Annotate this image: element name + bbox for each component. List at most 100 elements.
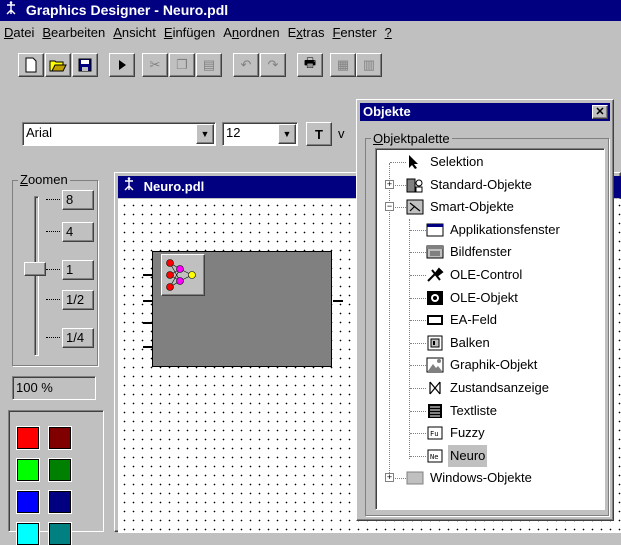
paste-icon: ▤ (202, 57, 216, 72)
objekte-title-bar[interactable]: Objekte ✕ (360, 103, 610, 121)
zoom-slider-thumb[interactable] (24, 262, 46, 276)
menu-ansicht[interactable]: Ansicht (113, 25, 156, 40)
status-display-icon (426, 380, 444, 396)
tree-item-neuro[interactable]: Ne Neuro (376, 444, 604, 467)
tree-item-textliste[interactable]: Textliste (376, 400, 604, 422)
font-name-dropdown-icon[interactable]: ▼ (196, 124, 214, 144)
color-swatch[interactable] (16, 490, 40, 514)
collapse-icon[interactable]: − (385, 202, 394, 212)
app-title: Graphics Designer - Neuro.pdl (25, 2, 229, 18)
menu-help[interactable]: ? (385, 25, 392, 40)
expand-icon[interactable]: + (385, 473, 394, 483)
zoom-panel: Zoomen 8 4 1 1/2 1/4 100 % (10, 170, 102, 406)
new-button[interactable] (18, 53, 44, 77)
input-pin (143, 322, 153, 324)
save-button[interactable] (72, 53, 98, 77)
color-swatch[interactable] (48, 426, 72, 450)
font-name-select[interactable]: Arial ▼ (22, 122, 216, 146)
close-icon: ✕ (595, 106, 605, 118)
tree-item-fuzzy[interactable]: Fu Fuzzy (376, 422, 604, 444)
tree-item-label: Windows-Objekte (430, 470, 532, 486)
picture-window-icon (426, 244, 444, 260)
tree-item-graphik-objekt[interactable]: Graphik-Objekt (376, 354, 604, 376)
tree-guide (410, 455, 426, 457)
document-title: Neuro.pdl (143, 179, 205, 194)
zoom-slider-track[interactable] (34, 196, 39, 356)
copy-button[interactable]: ❐ (169, 53, 195, 77)
app-window-icon (426, 222, 444, 238)
app-title-bar[interactable]: Graphics Designer - Neuro.pdl (0, 0, 621, 21)
menu-bar: Datei Bearbeiten Ansicht Einfügen Anordnen Ex… (0, 21, 621, 45)
menu-fenster[interactable]: Fenster (332, 25, 376, 40)
arrow-cursor-icon (406, 154, 424, 170)
tree-guide (410, 433, 426, 435)
color-swatch[interactable] (48, 458, 72, 482)
smart-icon (406, 199, 424, 215)
tree-item-applikationsfenster[interactable]: Applikationsfenster (376, 219, 604, 241)
tree-guide (410, 229, 426, 231)
zoom-tick (46, 231, 60, 232)
neuro-smart-object[interactable] (143, 251, 343, 367)
close-button[interactable]: ✕ (592, 105, 608, 119)
text-format-button[interactable]: T (306, 122, 332, 146)
cut-button[interactable]: ✂ (142, 53, 168, 77)
tree-item-label: Neuro (448, 444, 488, 467)
zoom-percent-field[interactable]: 100 % (12, 376, 96, 400)
redo-button[interactable]: ↷ (260, 53, 286, 77)
tree-item-bildfenster[interactable]: Bildfenster (376, 241, 604, 263)
layers-button[interactable]: ▦ (330, 53, 356, 77)
tree-item-ea-feld[interactable]: EA-Feld (376, 309, 604, 331)
tree-item-label: Selektion (430, 154, 484, 169)
tree-item-label: Fuzzy (450, 425, 485, 441)
print-button[interactable]: 🖶 (297, 53, 323, 77)
color-swatch[interactable] (48, 522, 72, 545)
menu-datei[interactable]: Datei (4, 25, 34, 40)
expand-icon[interactable]: + (385, 179, 394, 189)
fuzzy-icon: Fu (426, 425, 444, 441)
zoom-level-8[interactable]: 8 (62, 190, 94, 210)
menu-extras[interactable]: Extras (288, 25, 325, 40)
zoom-level-4[interactable]: 4 (62, 222, 94, 242)
color-swatch[interactable] (16, 426, 40, 450)
tree-item-zustandsanzeige[interactable]: Zustandsanzeige (376, 377, 604, 399)
tree-item-windows-objekte[interactable]: + Windows-Objekte (376, 467, 604, 489)
tree-item-ole-control[interactable]: OLE-Control (376, 264, 604, 286)
font-name-value: Arial (26, 125, 53, 140)
color-swatch[interactable] (16, 458, 40, 482)
tree-item-label: Applikationsfenster (450, 221, 560, 237)
tree-item-label: Graphik-Objekt (450, 357, 538, 373)
object-tree[interactable]: Selektion + Standard-Objekte − Smart-Objekte… (375, 148, 605, 510)
properties-button[interactable]: ▥ (356, 53, 382, 77)
undo-button[interactable]: ↶ (233, 53, 259, 77)
color-swatch[interactable] (16, 522, 40, 545)
zoom-level-1[interactable]: 1 (62, 260, 94, 280)
menu-anordnen[interactable]: Anordnen (223, 25, 279, 40)
font-size-dropdown-icon[interactable]: ▼ (278, 124, 296, 144)
color-swatch[interactable] (48, 490, 72, 514)
tree-item-standard-objekte[interactable]: + Standard-Objekte (376, 174, 604, 196)
tree-item-smart-objekte[interactable]: − Smart-Objekte (376, 196, 604, 218)
color-palette (8, 410, 104, 545)
tree-item-label: Zustandsanzeige (450, 380, 550, 395)
truncated-toolbar-label: v (338, 126, 345, 141)
menu-bearbeiten[interactable]: Bearbeiten (42, 25, 105, 40)
run-button[interactable] (109, 53, 135, 77)
tree-item-label: OLE-Objekt (450, 289, 518, 305)
new-icon (25, 57, 37, 73)
paste-button[interactable]: ▤ (196, 53, 222, 77)
zoom-level-1-4[interactable]: 1/4 (62, 328, 94, 348)
tree-item-ole-objekt[interactable]: OLE-Objekt (376, 287, 604, 309)
font-size-select[interactable]: 12 ▼ (222, 122, 298, 146)
tree-item-selektion[interactable]: Selektion (376, 151, 604, 173)
font-size-value: 12 (226, 125, 241, 140)
objekte-title: Objekte (363, 104, 411, 119)
tree-guide (410, 252, 426, 254)
menu-einfügen[interactable]: Einfügen (164, 25, 215, 40)
tree-item-balken[interactable]: Balken (376, 332, 604, 354)
stickfigure-app-icon (6, 0, 18, 21)
open-button[interactable] (45, 53, 71, 77)
graphic-object-icon (426, 357, 444, 373)
bar-icon (426, 335, 444, 351)
tree-item-label: Bildfenster (450, 244, 512, 260)
zoom-level-1-2[interactable]: 1/2 (62, 290, 94, 310)
